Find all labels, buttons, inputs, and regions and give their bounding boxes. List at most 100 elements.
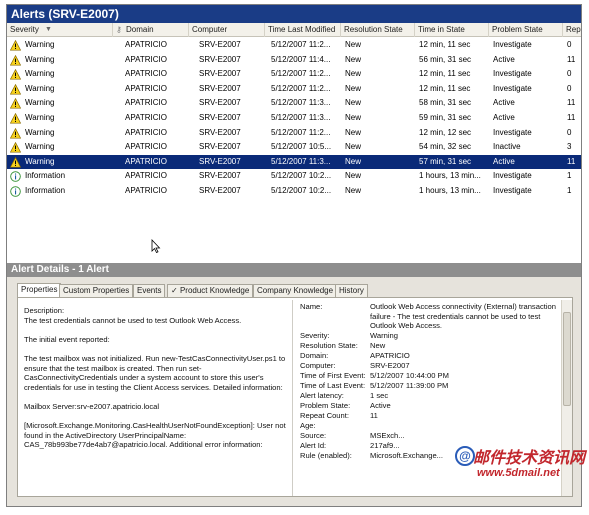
cell-problem: Investigate	[493, 69, 532, 79]
cell-resolution: New	[345, 113, 362, 122]
cell-time: 5/12/2007 11:4...	[271, 54, 331, 64]
mouse-pointer-icon	[151, 239, 161, 253]
alerts-grid[interactable]: Severity ▼ ⚷ Domain Computer Time Last Mod…	[7, 23, 581, 263]
cell-time-in-state: 12 min, 12 sec	[419, 127, 472, 137]
property-key: Repeat Count:	[300, 411, 349, 420]
property-key: Problem State:	[300, 401, 351, 410]
property-value: 11	[370, 411, 378, 420]
table-row[interactable]: Warning APATRICIO SRV-E2007 5/12/2007 11:2.…	[7, 126, 581, 141]
cell-time: 5/12/2007 11:2...	[271, 69, 331, 79]
divider	[292, 300, 293, 496]
cell-problem: Investigate	[493, 186, 532, 195]
checkmark-icon: ✓	[171, 286, 180, 295]
cell-problem: Investigate	[493, 171, 532, 181]
cell-time: 5/12/2007 11:2...	[271, 83, 331, 93]
table-row[interactable]: Warning APATRICIO SRV-E2007 5/12/2007 11:3.…	[7, 111, 581, 126]
cell-severity: Warning	[25, 40, 55, 49]
table-row[interactable]: Information APATRICIO SRV-E2007 5/12/2007 1…	[7, 184, 581, 199]
cell-domain: APATRICIO	[125, 142, 167, 152]
property-value: Outlook Web Access connectivity (Externa…	[370, 302, 556, 331]
cell-severity: Warning	[25, 83, 55, 93]
cell-time: 5/12/2007 10:5...	[271, 142, 332, 152]
watermark-text: 邮件技术资讯网	[473, 450, 586, 467]
property-key: Resolution State:	[300, 341, 358, 350]
cell-problem: Active	[493, 156, 515, 166]
cell-time: 5/12/2007 11:3...	[271, 98, 331, 108]
tab-history[interactable]: History	[335, 284, 368, 297]
cell-computer: SRV-E2007	[199, 54, 241, 64]
tab-events[interactable]: Events	[133, 284, 166, 297]
property-value: New	[370, 341, 386, 350]
tab-product-knowledge[interactable]: ✓ Product Knowledge	[167, 284, 254, 297]
info-icon	[10, 186, 21, 197]
cell-problem: Investigate	[493, 83, 532, 93]
cell-severity: Warning	[25, 127, 55, 137]
cell-severity: Warning	[25, 142, 55, 152]
alerts-window: Alerts (SRV-E2007) Severity ▼ ⚷ Domain Com…	[6, 4, 582, 507]
column-header-resolution-state[interactable]: Resolution State	[341, 23, 415, 37]
property-value: Active	[370, 401, 391, 410]
tab-properties[interactable]: Properties	[17, 283, 62, 298]
property-value: 5/12/2007 10:44:00 PM	[370, 371, 449, 380]
column-header-time-last-modified[interactable]: Time Last Modified	[265, 23, 341, 37]
watermark-url: www.5dmail.net	[477, 467, 560, 479]
column-header-problem-state[interactable]: Problem State	[489, 23, 563, 37]
warning-icon	[9, 112, 22, 124]
cell-time: 5/12/2007 11:2...	[271, 127, 331, 137]
description-section: Description: The test credentials cannot…	[24, 306, 286, 460]
column-header-time-in-state[interactable]: Time in State	[415, 23, 489, 37]
column-header-severity[interactable]: Severity ▼	[7, 23, 113, 37]
table-row[interactable]: Warning APATRICIO SRV-E2007 5/12/2007 11:4.…	[7, 53, 581, 68]
property-key: Alert Id:	[300, 441, 327, 450]
tab-company-knowledge[interactable]: Company Knowledge	[253, 284, 338, 297]
cell-repeat: 0	[567, 127, 572, 137]
cell-repeat: 0	[567, 40, 572, 49]
column-header-computer[interactable]: Computer	[189, 23, 265, 37]
window-title: Alerts (SRV-E2007)	[7, 5, 581, 23]
cell-resolution: New	[345, 171, 362, 181]
property-value: Warning	[370, 331, 398, 340]
watermark-badge: @	[455, 446, 475, 466]
table-row[interactable]: Warning APATRICIO SRV-E2007 5/12/2007 11:2.…	[7, 67, 581, 82]
warning-icon	[9, 39, 22, 51]
cell-resolution: New	[345, 127, 362, 137]
table-row[interactable]: Warning APATRICIO SRV-E2007 5/12/2007 10:5.…	[7, 140, 581, 155]
cell-problem: Active	[493, 113, 515, 122]
cell-resolution: New	[345, 54, 362, 64]
property-key: Name:	[300, 302, 323, 311]
cell-repeat: 11	[567, 54, 576, 64]
cell-severity: Warning	[25, 98, 55, 108]
cell-resolution: New	[345, 142, 362, 152]
cell-computer: SRV-E2007	[199, 98, 241, 108]
warning-icon	[9, 127, 22, 139]
table-row[interactable]: Warning APATRICIO SRV-E2007 5/12/2007 11:2.…	[7, 38, 581, 53]
cell-severity: Warning	[25, 156, 55, 166]
warning-icon	[9, 69, 22, 80]
column-header-domain[interactable]: ⚷ Domain	[113, 23, 189, 37]
property-key: Time of Last Event:	[300, 381, 366, 390]
description-text: The test mailbox was not initialized. Ru…	[24, 353, 286, 392]
column-header-repeat[interactable]: Rep	[563, 23, 581, 37]
cell-resolution: New	[345, 40, 362, 49]
alert-details-header: Alert Details - 1 Alert	[7, 263, 581, 277]
property-key: Source:	[300, 431, 327, 440]
scrollbar-thumb[interactable]	[563, 312, 571, 406]
table-row[interactable]: Warning APATRICIO SRV-E2007 5/12/2007 11:2.…	[7, 82, 581, 97]
cell-severity: Warning	[25, 69, 55, 79]
property-key: Severity:	[300, 331, 330, 340]
cell-time: 5/12/2007 11:3...	[271, 113, 331, 122]
cell-domain: APATRICIO	[125, 98, 167, 108]
property-value: SRV-E2007	[370, 361, 410, 370]
table-row-selected[interactable]: Warning APATRICIO SRV-E2007 5/12/2007 11:3.…	[7, 154, 581, 170]
cell-time-in-state: 57 min, 31 sec	[419, 156, 472, 166]
cell-repeat: 3	[567, 142, 572, 152]
key-icon: ⚷	[116, 25, 122, 34]
cell-time: 5/12/2007 11:3...	[271, 156, 331, 166]
tab-custom-properties[interactable]: Custom Properties	[59, 284, 134, 297]
cell-domain: APATRICIO	[125, 40, 167, 49]
table-row[interactable]: Warning APATRICIO SRV-E2007 5/12/2007 11:3.…	[7, 96, 581, 111]
table-row[interactable]: Information APATRICIO SRV-E2007 5/12/2007 1…	[7, 169, 581, 184]
cell-severity: Information	[25, 186, 66, 195]
description-text: [Microsoft.Exchange.Monitoring.CasHealth…	[24, 421, 286, 450]
cell-computer: SRV-E2007	[199, 83, 241, 93]
